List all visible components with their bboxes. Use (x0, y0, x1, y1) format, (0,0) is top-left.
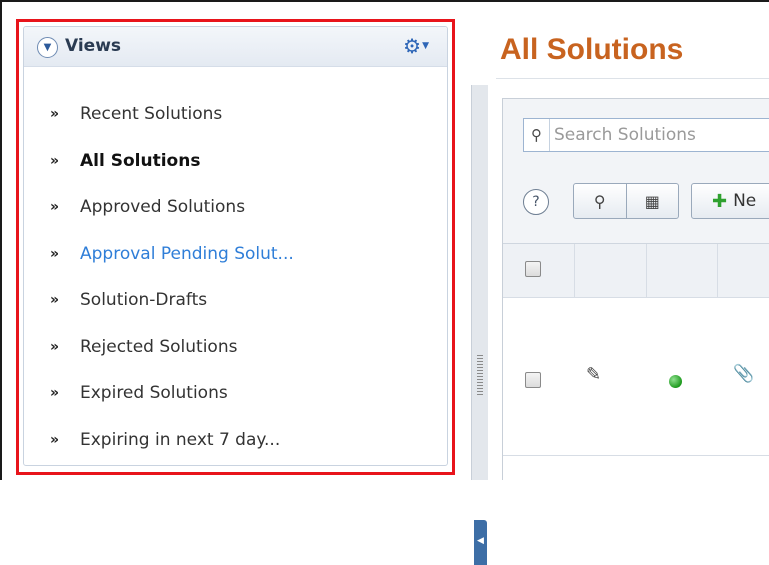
attachment-icon: 📎 (733, 364, 755, 384)
column-divider (646, 244, 647, 298)
double-chevron-icon: » (50, 199, 59, 216)
arrow-left-icon: ◀ (477, 536, 484, 546)
column-divider (574, 244, 575, 298)
view-item-label: Expired Solutions (80, 383, 228, 404)
row-checkbox[interactable] (525, 372, 541, 388)
title-divider (496, 78, 769, 79)
view-item-solution-drafts[interactable]: » Solution-Drafts (24, 277, 447, 324)
double-chevron-icon: » (50, 338, 59, 355)
edit-icon[interactable]: ✎ (586, 364, 601, 385)
gear-icon: ⚙ (403, 34, 422, 58)
search-box: ⚲ (523, 118, 769, 152)
view-item-label: Rejected Solutions (80, 336, 238, 357)
splitter-grip[interactable] (477, 355, 483, 395)
double-chevron-icon: » (50, 152, 59, 169)
double-chevron-icon: » (50, 106, 59, 123)
view-item-approved-solutions[interactable]: » Approved Solutions (24, 184, 447, 231)
view-item-label: Approved Solutions (80, 197, 246, 218)
view-item-rejected-solutions[interactable]: » Rejected Solutions (24, 324, 447, 371)
tool-button-group: ⚲ ▦ (573, 183, 679, 219)
views-list: » Recent Solutions » All Solutions » App… (24, 91, 447, 463)
view-item-label: All Solutions (80, 150, 201, 171)
search-input[interactable] (552, 123, 769, 147)
solutions-table: ✎ 📎 (503, 243, 769, 481)
double-chevron-icon: » (50, 292, 59, 309)
view-item-label: Approval Pending Solut... (80, 243, 294, 264)
view-item-label: Expiring in next 7 day... (80, 429, 281, 450)
row-divider (503, 455, 769, 456)
views-title: Views (65, 36, 122, 56)
table-header (503, 244, 769, 298)
views-box: ▼ Views ⚙ ▼ » Recent Solutions » All Sol… (23, 26, 448, 466)
views-header: ▼ Views ⚙ ▼ (24, 27, 447, 67)
column-chooser-icon[interactable]: ▦ (625, 184, 679, 218)
search-icon[interactable]: ⚲ (524, 119, 550, 151)
help-icon[interactable]: ? (523, 189, 549, 215)
toolbar: ? ⚲ ▦ ✚ Ne (503, 183, 769, 229)
double-chevron-icon: » (50, 431, 59, 448)
panel-splitter[interactable]: ◀ (471, 85, 488, 565)
solutions-panel: ⚲ ? ⚲ ▦ ✚ Ne ✎ 📎 (502, 98, 769, 481)
views-settings-button[interactable]: ⚙ ▼ (403, 36, 429, 56)
select-all-checkbox[interactable] (525, 261, 541, 277)
view-item-expiring-soon[interactable]: » Expiring in next 7 day... (24, 417, 447, 464)
view-item-approval-pending[interactable]: » Approval Pending Solut... (24, 231, 447, 278)
caret-down-icon: ▼ (422, 41, 429, 51)
view-item-label: Recent Solutions (80, 104, 223, 125)
view-item-all-solutions[interactable]: » All Solutions (24, 138, 447, 185)
column-divider (717, 244, 718, 298)
new-button-label: Ne (733, 191, 757, 211)
view-item-recent-solutions[interactable]: » Recent Solutions (24, 91, 447, 138)
page-title: All Solutions (500, 33, 684, 66)
double-chevron-icon: » (50, 385, 59, 402)
double-chevron-icon: » (50, 245, 59, 262)
collapse-panel-button[interactable]: ◀ (474, 520, 487, 565)
view-item-expired-solutions[interactable]: » Expired Solutions (24, 370, 447, 417)
views-panel: ▼ Views ⚙ ▼ » Recent Solutions » All Sol… (16, 19, 455, 475)
status-indicator-icon (669, 375, 682, 388)
search-icon[interactable]: ⚲ (574, 184, 626, 218)
view-item-label: Solution-Drafts (80, 290, 208, 311)
plus-icon: ✚ (712, 190, 728, 212)
new-solution-button[interactable]: ✚ Ne (691, 183, 769, 219)
chevron-down-icon[interactable]: ▼ (37, 37, 58, 58)
